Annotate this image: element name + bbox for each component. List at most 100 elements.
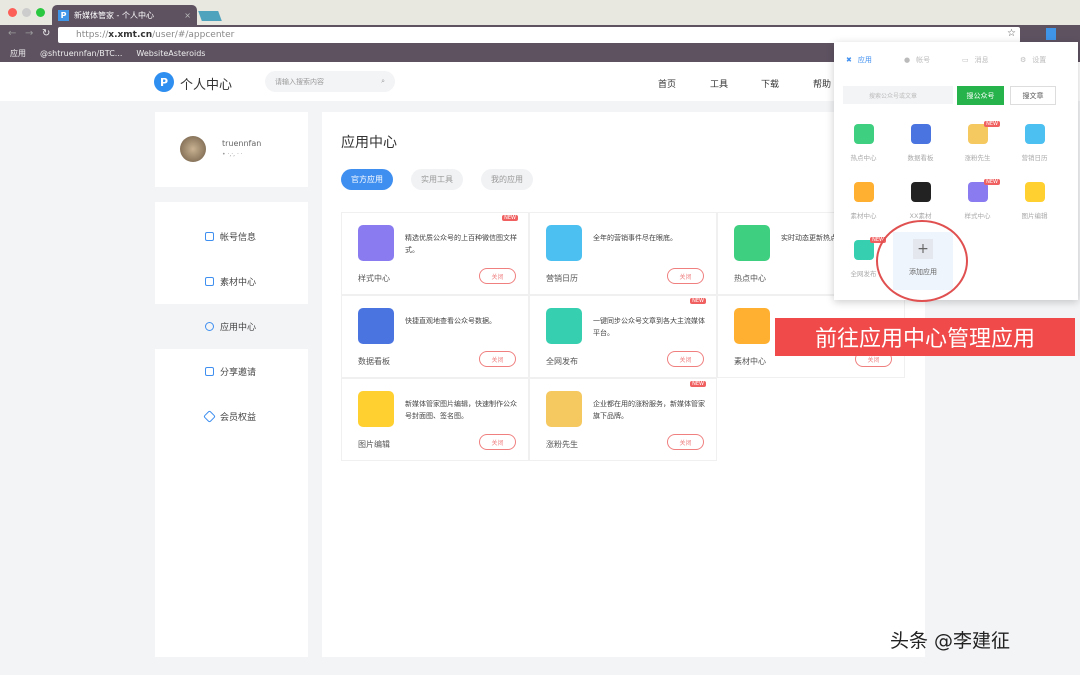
- sidebar-item-materials[interactable]: 素材中心: [155, 259, 308, 304]
- sidebar-item-membership[interactable]: 会员权益: [155, 394, 308, 439]
- forward-icon[interactable]: →: [25, 28, 33, 39]
- app-name: 涨粉先生: [546, 439, 578, 450]
- users-icon: ●: [904, 56, 910, 64]
- popup-app-item[interactable]: 热点中心: [835, 117, 892, 175]
- app-icon: [358, 308, 394, 344]
- app-center-icon: [205, 322, 214, 331]
- close-app-button[interactable]: 关闭: [479, 434, 516, 450]
- bookmark-twitter[interactable]: @shtruennfan/BTC...: [40, 49, 122, 58]
- tab-close-icon[interactable]: ×: [184, 11, 191, 20]
- nav-help[interactable]: 帮助: [813, 77, 831, 90]
- gear-icon: ⚙: [1020, 56, 1026, 64]
- app-description: 企业都在用的涨粉服务，新媒体管家旗下品牌。: [593, 398, 711, 422]
- search-account-button[interactable]: 搜公众号: [957, 86, 1004, 105]
- search-icon[interactable]: ⌕: [381, 77, 385, 86]
- nav-home[interactable]: 首页: [658, 77, 676, 90]
- app-card[interactable]: 快捷直观地查看公众号数据。 数据看板 关闭: [341, 295, 529, 378]
- tab-utilities[interactable]: 实用工具: [411, 169, 463, 190]
- app-name: 数据看板: [358, 356, 390, 367]
- popup-app-item[interactable]: 素材中心: [835, 175, 892, 233]
- annotation-banner: 前往应用中心管理应用: [775, 318, 1075, 356]
- popup-app-item[interactable]: 样式中心NEW: [949, 175, 1006, 233]
- popup-app-item[interactable]: 涨粉先生NEW: [949, 117, 1006, 175]
- browser-tab[interactable]: P新媒体管家 - 个人中心×: [52, 5, 197, 25]
- app-description: 全年的营销事件尽在眼底。: [593, 232, 711, 244]
- popup-tab-settings[interactable]: ⚙设置: [1020, 55, 1046, 65]
- minimize-window-button[interactable]: [22, 8, 31, 17]
- mail-icon: [205, 367, 214, 376]
- popup-app-icon: [854, 182, 874, 202]
- bookmark-star-icon[interactable]: ☆: [1007, 28, 1016, 39]
- app-name: 全网发布: [546, 356, 578, 367]
- bookmark-website-asteroids[interactable]: WebsiteAsteroids: [136, 49, 205, 58]
- app-card[interactable]: 企业都在用的涨粉服务，新媒体管家旗下品牌。 涨粉先生 关闭NEW: [529, 378, 717, 461]
- nav-tools[interactable]: 工具: [710, 77, 728, 90]
- new-tab-button[interactable]: [198, 11, 222, 21]
- site-title: 个人中心: [180, 74, 232, 93]
- sidebar-menu: 帐号信息 素材中心 应用中心 分享邀请 会员权益: [155, 202, 308, 657]
- username: truennfan: [222, 139, 261, 148]
- avatar[interactable]: [180, 136, 206, 162]
- close-app-button[interactable]: 关闭: [667, 434, 704, 450]
- popup-app-icon: [854, 240, 874, 260]
- message-icon: ▭: [962, 56, 969, 64]
- app-description: 新媒体管家图片编辑，快速制作公众号封面图、签名图。: [405, 398, 523, 422]
- tag-icon: [203, 410, 216, 423]
- tab-official-apps[interactable]: 官方应用: [341, 169, 393, 190]
- app-description: 精选优质公众号的上百种微信图文样式。: [405, 232, 523, 256]
- app-description: 一键同步公众号文章到各大主流媒体平台。: [593, 315, 711, 339]
- back-icon[interactable]: ←: [8, 28, 16, 39]
- close-app-button[interactable]: 关闭: [667, 268, 704, 284]
- app-card[interactable]: 新媒体管家图片编辑，快速制作公众号封面图、签名图。 图片编辑 关闭: [341, 378, 529, 461]
- nav-download[interactable]: 下载: [761, 77, 779, 90]
- close-app-button[interactable]: 关闭: [479, 351, 516, 367]
- app-icon: [358, 391, 394, 427]
- popup-tab-messages[interactable]: ▭消息: [962, 55, 989, 65]
- app-icon: [734, 308, 770, 344]
- reload-icon[interactable]: ↻: [42, 28, 50, 39]
- popup-tab-account[interactable]: ●帐号: [904, 55, 930, 65]
- popup-search-input[interactable]: 搜索公众号或文章: [843, 86, 953, 104]
- app-card[interactable]: 精选优质公众号的上百种微信图文样式。 样式中心 关闭NEW: [341, 212, 529, 295]
- app-card[interactable]: 全年的营销事件尽在眼底。 营销日历 关闭: [529, 212, 717, 295]
- new-badge: NEW: [690, 298, 706, 304]
- popup-app-icon: [968, 182, 988, 202]
- app-icon: [734, 225, 770, 261]
- app-icon: [546, 225, 582, 261]
- app-icon: [546, 308, 582, 344]
- account-icon: [205, 232, 214, 241]
- search-input[interactable]: 请输入搜索内容⌕: [265, 71, 395, 92]
- maximize-window-button[interactable]: [36, 8, 45, 17]
- app-card[interactable]: 一键同步公众号文章到各大主流媒体平台。 全网发布 关闭 NEW: [529, 295, 717, 378]
- app-name: 图片编辑: [358, 439, 390, 450]
- app-name: 热点中心: [734, 273, 766, 284]
- bookmark-apps[interactable]: 应用: [10, 48, 26, 59]
- profile-card: [155, 112, 308, 187]
- app-name: 样式中心: [358, 273, 390, 284]
- popup-app-item[interactable]: 数据看板: [892, 117, 949, 175]
- sidebar-item-share[interactable]: 分享邀请: [155, 349, 308, 394]
- close-app-button[interactable]: 关闭: [479, 268, 516, 284]
- sidebar-item-account[interactable]: 帐号信息: [155, 214, 308, 259]
- app-description: 快捷直观地查看公众号数据。: [405, 315, 523, 327]
- address-bar[interactable]: https://x.xmt.cn/user/#/appcenter: [58, 27, 1020, 43]
- new-badge: NEW: [984, 121, 1000, 127]
- extension-icon[interactable]: [1046, 28, 1056, 40]
- user-subtitle: • ·,·, · ·: [222, 151, 243, 158]
- new-badge: NEW: [984, 179, 1000, 185]
- app-name: 营销日历: [546, 273, 578, 284]
- tab-my-apps[interactable]: 我的应用: [481, 169, 533, 190]
- close-app-button[interactable]: 关闭: [667, 351, 704, 367]
- close-window-button[interactable]: [8, 8, 17, 17]
- popup-app-item[interactable]: 图片编辑: [1006, 175, 1063, 233]
- popup-app-icon: [854, 124, 874, 144]
- popup-app-icon: [1025, 182, 1045, 202]
- sidebar-item-app-center[interactable]: 应用中心: [155, 304, 308, 349]
- popup-app-icon: [911, 182, 931, 202]
- materials-icon: [205, 277, 214, 286]
- popup-tab-apps[interactable]: ✖应用: [846, 55, 872, 65]
- app-icon: [358, 225, 394, 261]
- search-article-button[interactable]: 搜文章: [1010, 86, 1056, 105]
- popup-app-item[interactable]: 营销日历: [1006, 117, 1063, 175]
- logo-icon[interactable]: P: [154, 72, 174, 92]
